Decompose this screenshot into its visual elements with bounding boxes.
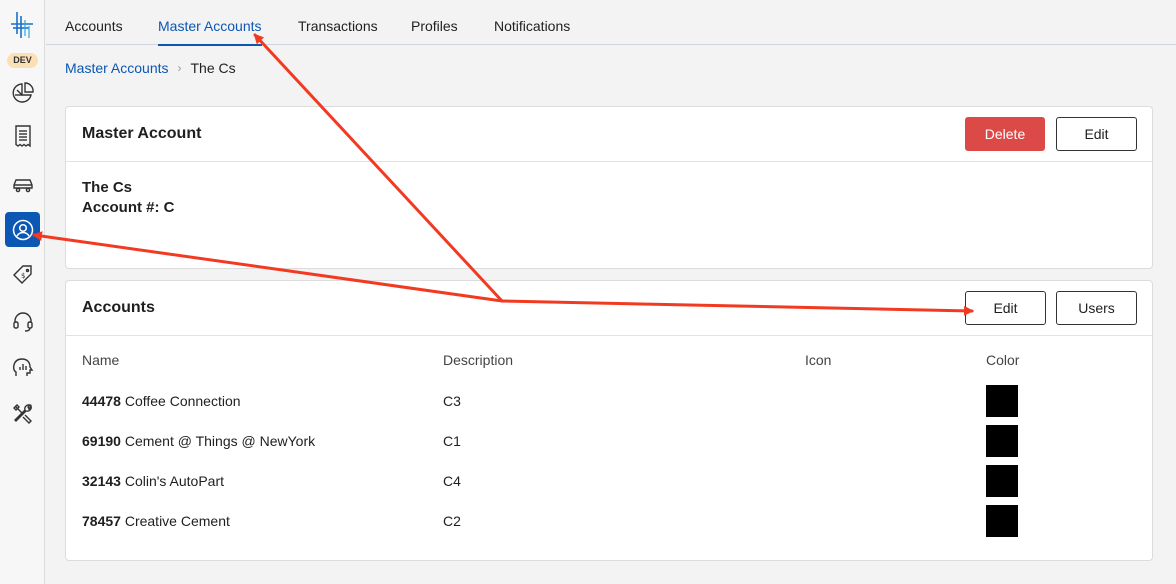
- edit-master-account-button[interactable]: Edit: [1056, 117, 1137, 151]
- tools-icon: [12, 403, 32, 424]
- sidebar-item-pricing[interactable]: $: [5, 257, 40, 292]
- sidebar-item-vehicles[interactable]: [5, 167, 40, 202]
- column-header-icon: Icon: [805, 352, 832, 368]
- account-description: C4: [443, 473, 461, 489]
- headset-icon: [12, 311, 33, 332]
- tab-transactions[interactable]: Transactions: [298, 18, 378, 34]
- users-button[interactable]: Users: [1056, 291, 1137, 325]
- table-row[interactable]: 78457 Creative Cement C2: [66, 503, 1152, 543]
- tab-accounts[interactable]: Accounts: [65, 18, 123, 34]
- account-description: C2: [443, 513, 461, 529]
- price-tag-icon: $: [12, 264, 32, 284]
- sidebar-item-dashboard[interactable]: [5, 75, 40, 110]
- color-swatch: [986, 425, 1018, 457]
- master-account-name: The Cs: [82, 179, 133, 196]
- breadcrumb: Master Accounts › The Cs: [65, 60, 236, 76]
- account-number: 69190: [82, 433, 121, 449]
- account-description: C1: [443, 433, 461, 449]
- edit-accounts-button[interactable]: Edit: [965, 291, 1046, 325]
- receipt-icon: [14, 124, 31, 147]
- analytics-head-icon: [12, 357, 33, 376]
- account-name-cell: 44478 Coffee Connection: [82, 393, 241, 409]
- sidebar-item-settings[interactable]: [5, 396, 40, 431]
- column-header-description: Description: [443, 352, 514, 368]
- sidebar: DEV $: [0, 0, 45, 584]
- account-name: Coffee Connection: [124, 393, 241, 409]
- color-swatch: [986, 385, 1018, 417]
- master-account-card: Master Account Delete Edit The Cs Accoun…: [65, 106, 1153, 269]
- accounts-card: Accounts Edit Users Name Description Ico…: [65, 280, 1153, 561]
- account-name-cell: 69190 Cement @ Things @ NewYork: [82, 433, 315, 449]
- account-number: 32143: [82, 473, 121, 489]
- app-logo-icon[interactable]: [9, 10, 35, 40]
- table-row[interactable]: 44478 Coffee Connection C3: [66, 383, 1152, 423]
- tab-master-accounts[interactable]: Master Accounts: [158, 18, 262, 46]
- pie-chart-icon: [12, 81, 34, 103]
- tab-notifications[interactable]: Notifications: [494, 18, 570, 34]
- account-name-cell: 78457 Creative Cement: [82, 513, 230, 529]
- delete-button[interactable]: Delete: [965, 117, 1045, 151]
- breadcrumb-link-master-accounts[interactable]: Master Accounts: [65, 60, 169, 76]
- sidebar-item-analytics[interactable]: [5, 350, 40, 385]
- table-row[interactable]: 32143 Colin's AutoPart C4: [66, 463, 1152, 503]
- accounts-title: Accounts: [82, 299, 155, 316]
- top-nav: Accounts Master Accounts Transactions Pr…: [46, 0, 1176, 46]
- tab-profiles[interactable]: Profiles: [411, 18, 458, 34]
- user-circle-icon: [12, 219, 33, 240]
- accounts-header: Accounts Edit Users: [66, 281, 1152, 336]
- account-name-cell: 32143 Colin's AutoPart: [82, 473, 224, 489]
- sidebar-item-support[interactable]: [5, 303, 40, 338]
- sidebar-item-transactions[interactable]: [5, 118, 40, 153]
- account-description: C3: [443, 393, 461, 409]
- account-name: Cement @ Things @ NewYork: [124, 433, 316, 449]
- svg-text:$: $: [21, 272, 25, 280]
- color-swatch: [986, 505, 1018, 537]
- master-account-details: The Cs Account #: C: [66, 162, 1152, 234]
- environment-badge: DEV: [7, 53, 38, 68]
- chevron-right-icon: ›: [177, 61, 182, 75]
- account-number: 44478: [82, 393, 121, 409]
- account-number: 78457: [82, 513, 121, 529]
- master-account-header: Master Account Delete Edit: [66, 107, 1152, 162]
- master-account-number: Account #: C: [82, 199, 175, 216]
- color-swatch: [986, 465, 1018, 497]
- account-name: Creative Cement: [124, 513, 230, 529]
- column-header-name: Name: [82, 352, 120, 368]
- table-row[interactable]: 69190 Cement @ Things @ NewYork C1: [66, 423, 1152, 463]
- account-name: Colin's AutoPart: [124, 473, 224, 489]
- breadcrumb-current: The Cs: [190, 60, 236, 76]
- car-icon: [12, 178, 33, 192]
- column-header-color: Color: [986, 352, 1020, 368]
- master-account-title: Master Account: [82, 125, 202, 142]
- sidebar-item-accounts[interactable]: [5, 212, 40, 247]
